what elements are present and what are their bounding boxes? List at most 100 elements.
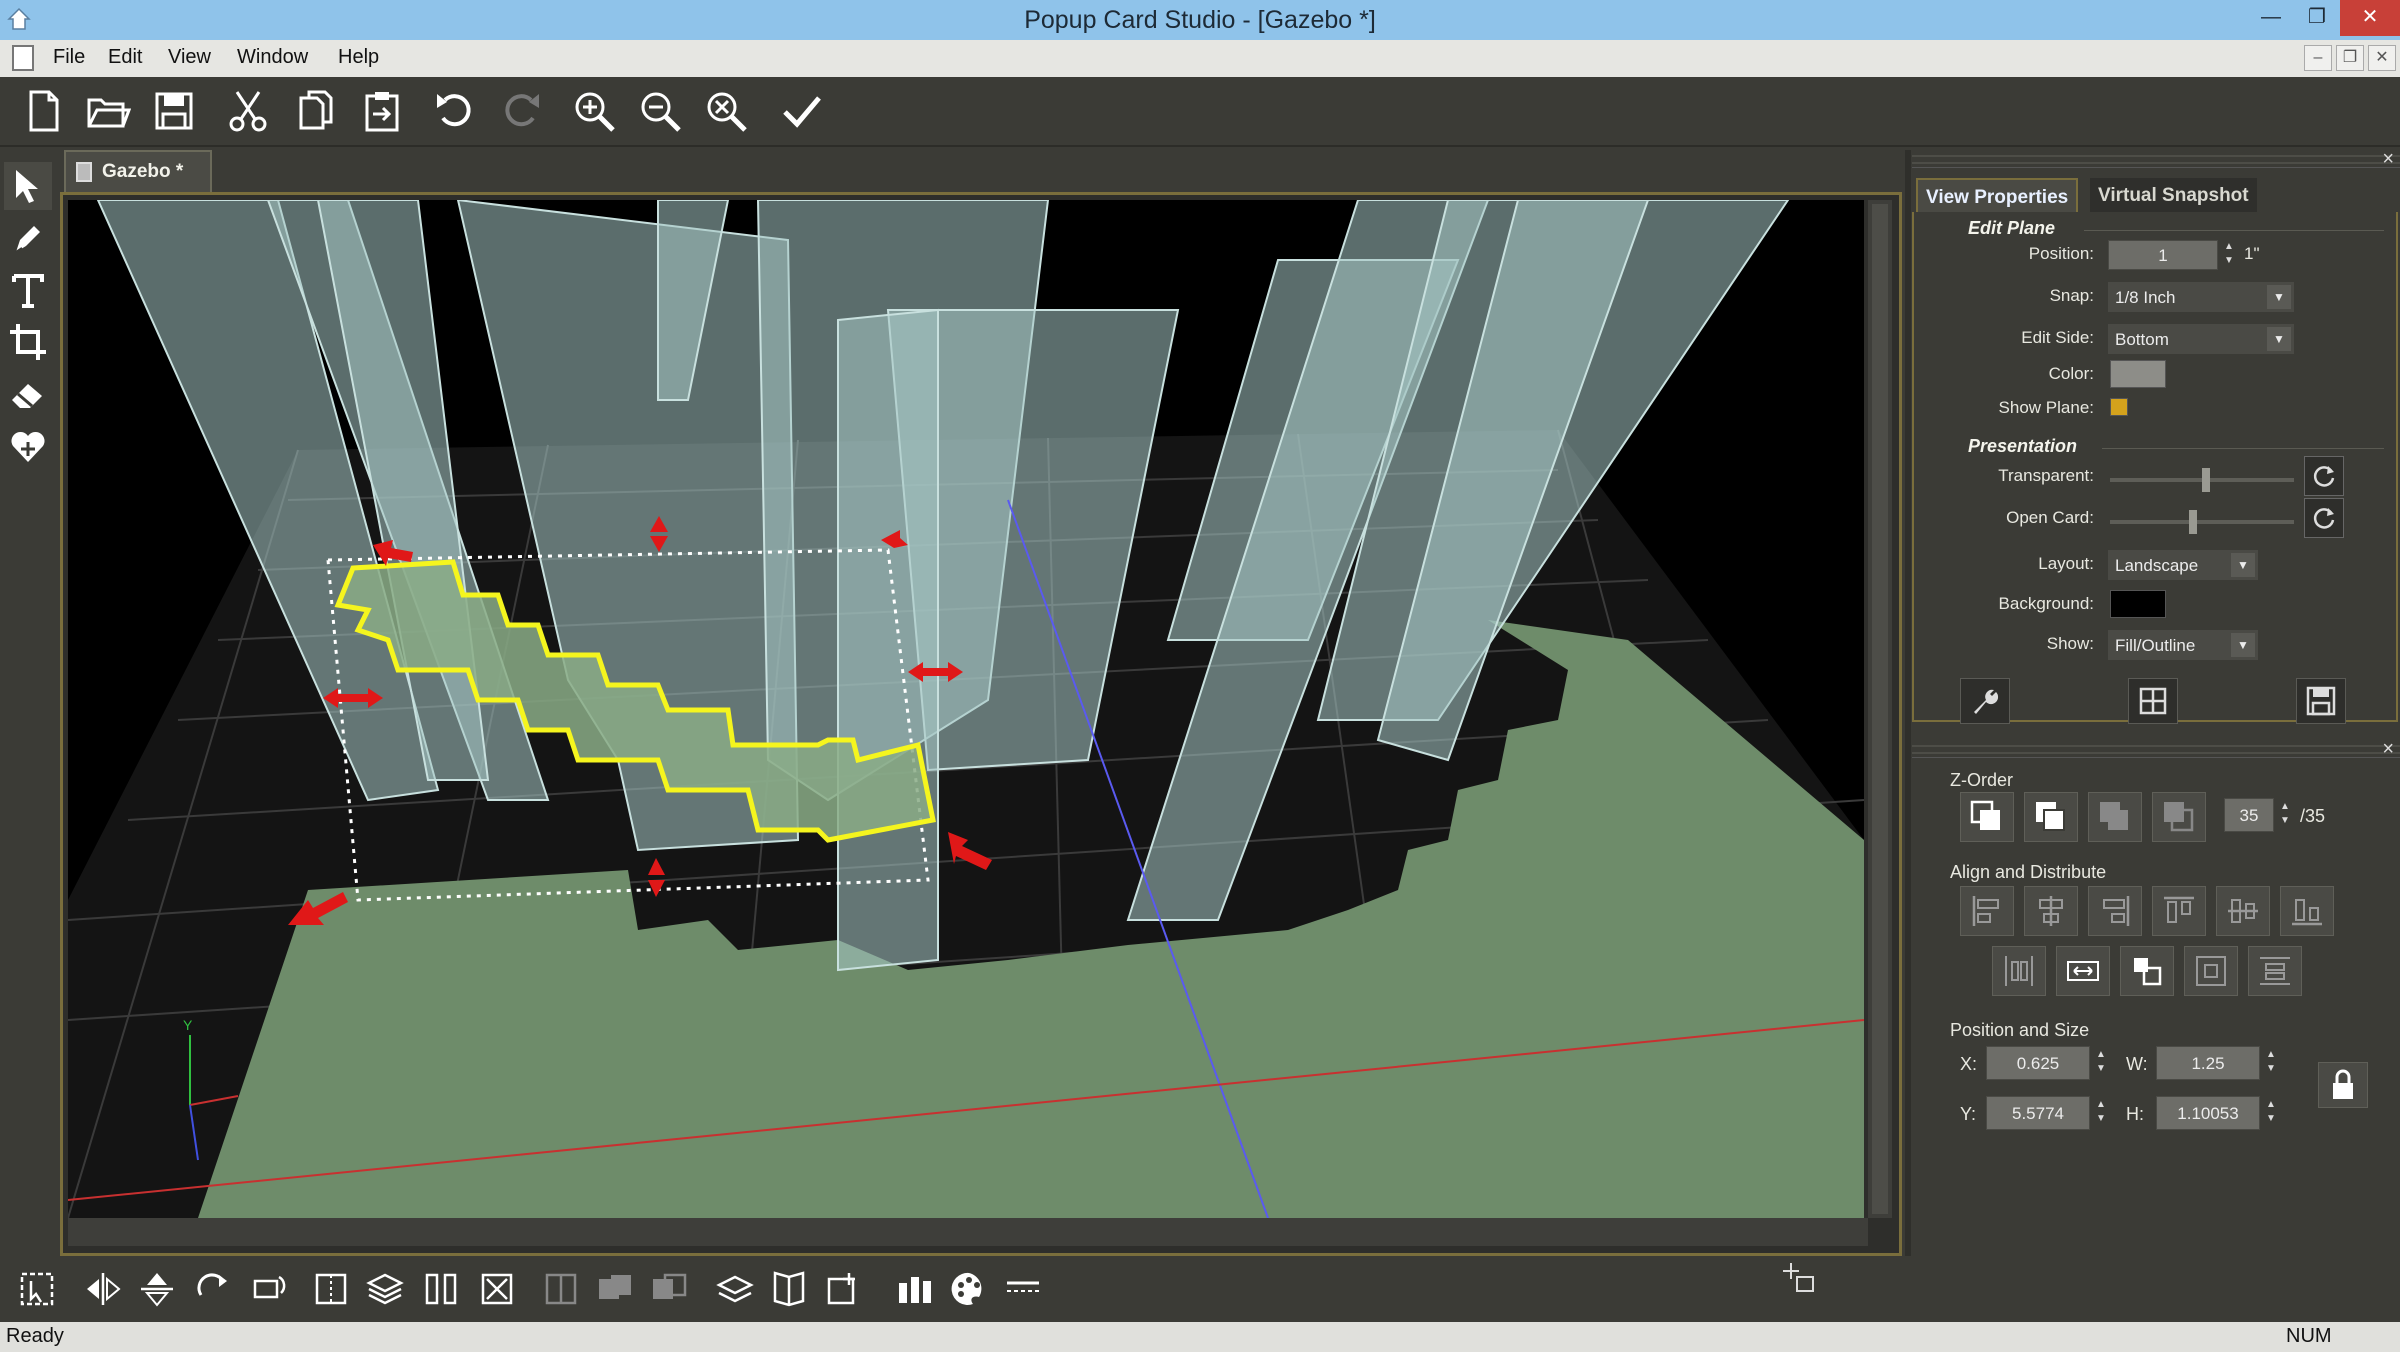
paste-button[interactable] <box>356 85 408 137</box>
w-input[interactable]: 1.25 <box>2156 1046 2260 1080</box>
split-button[interactable] <box>538 1266 584 1312</box>
edit-side-dropdown[interactable]: Bottom ▼ <box>2108 324 2294 354</box>
rotate-90-button[interactable] <box>190 1266 236 1312</box>
layers-button[interactable] <box>362 1266 408 1312</box>
menu-file[interactable]: File <box>53 46 85 69</box>
favorite-shape-tool[interactable] <box>4 422 52 470</box>
w-spinner[interactable]: ▲ ▼ <box>2262 1048 2280 1078</box>
x-spinner[interactable]: ▲ ▼ <box>2092 1048 2110 1078</box>
align-top-button[interactable] <box>2152 886 2206 936</box>
undo-button[interactable] <box>430 85 482 137</box>
close-button[interactable]: ✕ <box>2340 0 2400 36</box>
copy-button[interactable] <box>290 85 342 137</box>
crop-tool[interactable] <box>4 318 52 366</box>
bring-to-front-button[interactable] <box>1960 792 2014 842</box>
grid-button[interactable] <box>2128 678 2178 724</box>
open-book-button[interactable] <box>766 1266 812 1312</box>
scene-canvas[interactable]: Y <box>68 200 1864 1218</box>
zoom-in-button[interactable] <box>568 85 620 137</box>
tab-virtual-snapshot[interactable]: Virtual Snapshot <box>2090 178 2257 214</box>
open-card-slider-knob[interactable] <box>2189 510 2197 534</box>
new-button[interactable] <box>18 85 70 137</box>
show-dropdown[interactable]: Fill/Outline ▼ <box>2108 630 2258 660</box>
panel-grip[interactable] <box>1912 740 2400 758</box>
menu-help[interactable]: Help <box>338 46 379 69</box>
vertical-scrollbar[interactable] <box>1868 200 1892 1218</box>
union-button[interactable] <box>592 1266 638 1312</box>
redo-button[interactable] <box>494 85 546 137</box>
open-button[interactable] <box>82 85 134 137</box>
transparent-slider-knob[interactable] <box>2202 468 2210 492</box>
panel-grip[interactable] <box>1912 150 2400 168</box>
position-input[interactable]: 1 <box>2108 240 2218 270</box>
mdi-minimize-button[interactable]: – <box>2304 45 2332 71</box>
stack-button[interactable] <box>712 1266 758 1312</box>
line-style-button[interactable] <box>1000 1266 1046 1312</box>
zoom-out-button[interactable] <box>634 85 686 137</box>
zoom-fit-button[interactable] <box>700 85 752 137</box>
snap-dropdown[interactable]: 1/8 Inch ▼ <box>2108 282 2294 312</box>
tab-view-properties[interactable]: View Properties <box>1916 178 2079 214</box>
space-evenly-button[interactable] <box>2056 946 2110 996</box>
panel-splitter[interactable] <box>1905 150 1911 1310</box>
align-middle-button[interactable] <box>2216 886 2270 936</box>
distribute-horizontal-button[interactable] <box>1992 946 2046 996</box>
align-right-button[interactable] <box>2088 886 2142 936</box>
send-backward-button[interactable] <box>2088 792 2142 842</box>
cut-button[interactable] <box>222 85 274 137</box>
flip-horizontal-button[interactable] <box>80 1266 126 1312</box>
h-input[interactable]: 1.10053 <box>2156 1096 2260 1130</box>
print-layout-button[interactable] <box>892 1266 938 1312</box>
maximize-button[interactable]: ❐ <box>2294 0 2340 36</box>
distribute-vertical-button[interactable] <box>2248 946 2302 996</box>
open-card-reset-button[interactable] <box>2304 498 2344 538</box>
add-piece-button[interactable] <box>820 1266 866 1312</box>
mdi-restore-button[interactable]: ❐ <box>2336 45 2364 71</box>
flip-vertical-button[interactable] <box>134 1266 180 1312</box>
fold-line-button[interactable] <box>308 1266 354 1312</box>
select-tool[interactable] <box>4 162 52 210</box>
x-input[interactable]: 0.625 <box>1986 1046 2090 1080</box>
save-view-button[interactable] <box>2296 678 2346 724</box>
zorder-input[interactable]: 35 <box>2224 798 2274 832</box>
menu-window[interactable]: Window <box>237 46 308 69</box>
3d-viewport[interactable]: Y <box>68 200 1864 1218</box>
apply-button[interactable] <box>776 85 828 137</box>
vertical-scroll-thumb[interactable] <box>1872 204 1888 1214</box>
color-palette-button[interactable] <box>946 1266 992 1312</box>
text-tool[interactable] <box>4 266 52 314</box>
tab-gazebo[interactable]: Gazebo * <box>64 150 212 192</box>
panel-close-icon[interactable]: × <box>2382 148 2394 171</box>
size-match-button[interactable] <box>2120 946 2174 996</box>
layout-dropdown[interactable]: Landscape ▼ <box>2108 550 2258 580</box>
align-left-button[interactable] <box>1960 886 2014 936</box>
pen-tool[interactable] <box>4 214 52 262</box>
select-all-button[interactable] <box>14 1266 60 1312</box>
align-bottom-button[interactable] <box>2280 886 2334 936</box>
h-spinner[interactable]: ▲ ▼ <box>2262 1098 2280 1128</box>
horizontal-scrollbar[interactable] <box>68 1218 1868 1246</box>
plane-color-swatch[interactable] <box>2110 360 2166 388</box>
transparent-reset-button[interactable] <box>2304 456 2344 496</box>
send-to-back-button[interactable] <box>2152 792 2206 842</box>
save-button[interactable] <box>148 85 200 137</box>
close-shape-button[interactable] <box>474 1266 520 1312</box>
y-input[interactable]: 5.5774 <box>1986 1096 2090 1130</box>
rotate-free-button[interactable] <box>244 1266 290 1312</box>
position-spinner[interactable]: ▲ ▼ <box>2220 240 2238 270</box>
mdi-close-button[interactable]: ✕ <box>2368 45 2396 71</box>
y-spinner[interactable]: ▲ ▼ <box>2092 1098 2110 1128</box>
center-on-page-button[interactable] <box>2184 946 2238 996</box>
menu-edit[interactable]: Edit <box>108 46 142 69</box>
subtract-button[interactable] <box>646 1266 692 1312</box>
zorder-spinner[interactable]: ▲ ▼ <box>2276 800 2294 830</box>
bring-forward-button[interactable] <box>2024 792 2078 842</box>
mirror-piece-button[interactable] <box>418 1266 464 1312</box>
show-plane-checkbox[interactable] <box>2110 398 2128 416</box>
open-card-slider[interactable] <box>2110 510 2294 534</box>
menu-view[interactable]: View <box>168 46 211 69</box>
eraser-tool[interactable] <box>4 370 52 418</box>
panel-close-icon[interactable]: × <box>2382 738 2394 761</box>
lock-aspect-button[interactable] <box>2318 1062 2368 1108</box>
transparent-slider[interactable] <box>2110 468 2294 492</box>
